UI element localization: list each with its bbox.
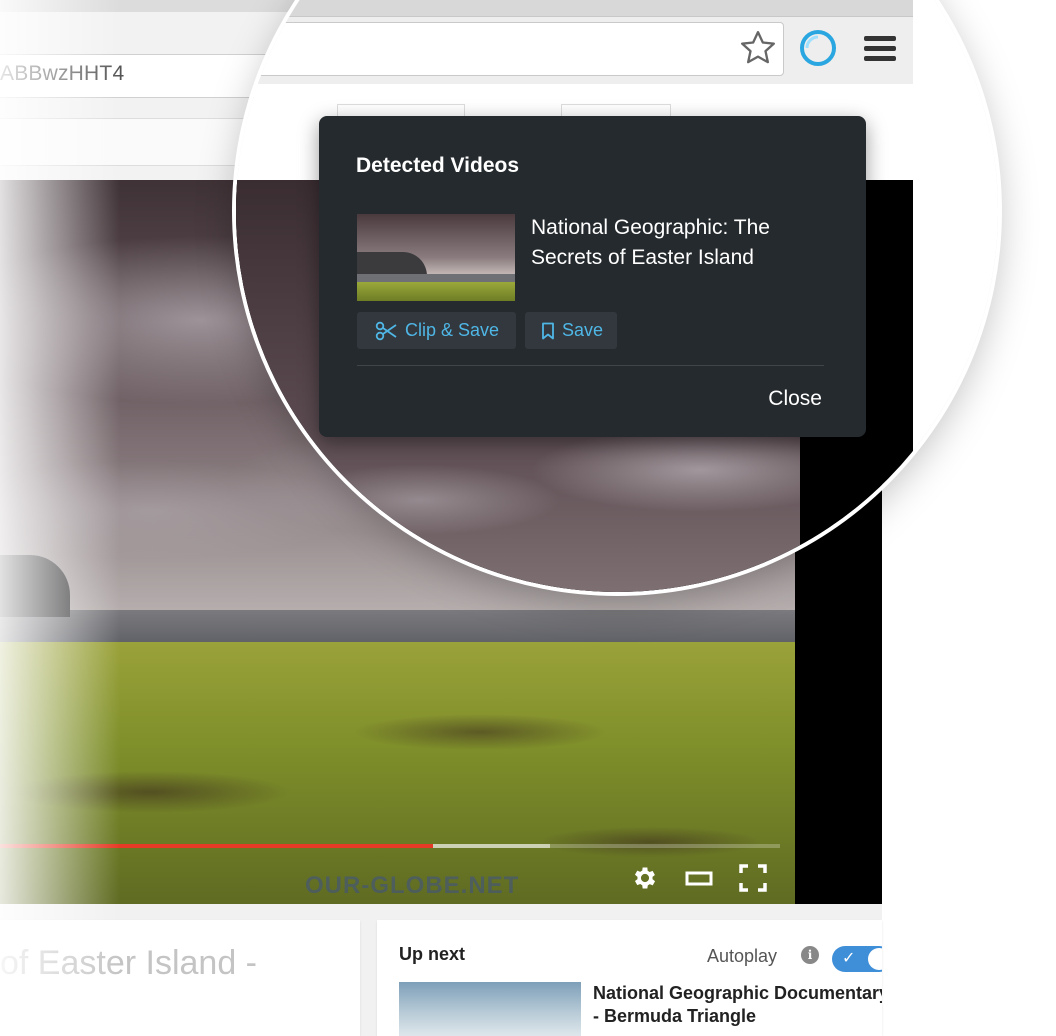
detected-videos-popup: Detected Videos National Geographic: The… — [319, 116, 866, 437]
toggle-knob — [868, 948, 882, 970]
close-button[interactable]: Close — [768, 387, 822, 411]
autoplay-label: Autoplay — [707, 946, 778, 966]
video-watermark: OUR-GLOBE.NET — [305, 872, 520, 899]
progress-played — [0, 844, 433, 848]
detected-video-title: National Geographic: The Secrets of East… — [531, 216, 770, 269]
check-icon: ✓ — [842, 950, 856, 967]
up-next-panel: Up next Autoplay i ✓ National Geographic… — [377, 920, 882, 1036]
video-title-heading: of Easter Island - — [0, 944, 258, 982]
magnifier-callout: Detected Videos National Geographic: The… — [236, 0, 998, 592]
browser-toolbar-zoomed — [236, 0, 913, 84]
next-video-title[interactable]: National Geographic Documentary - Bermud… — [593, 982, 882, 1028]
popup-heading: Detected Videos — [356, 154, 520, 177]
video-info-card: of Easter Island - — [0, 920, 360, 1036]
clip-and-save-button[interactable]: Clip & Save — [357, 312, 516, 349]
star-icon[interactable] — [738, 28, 778, 68]
tab-strip-zoomed — [236, 0, 913, 17]
hamburger-menu-icon[interactable] — [864, 36, 896, 62]
save-label: Save — [562, 320, 604, 340]
info-icon[interactable]: i — [801, 946, 819, 964]
gear-icon[interactable] — [629, 862, 661, 894]
save-button[interactable]: Save — [525, 312, 617, 349]
address-bar-text: ABBwzHHT4 — [0, 62, 125, 85]
detected-video-thumbnail — [357, 214, 515, 301]
popup-divider — [357, 365, 824, 366]
clip-and-save-label: Clip & Save — [405, 320, 500, 340]
up-next-label: Up next — [399, 944, 466, 964]
theater-mode-icon[interactable] — [683, 862, 715, 894]
bookmark-icon — [542, 322, 554, 339]
autoplay-toggle[interactable]: ✓ — [832, 946, 882, 972]
extension-circle-icon[interactable] — [799, 29, 837, 67]
scissors-icon — [375, 321, 397, 340]
omnibox-zoomed[interactable] — [236, 22, 784, 76]
video-progress-bar[interactable] — [0, 844, 780, 848]
fullscreen-icon[interactable] — [737, 862, 769, 894]
next-video-thumbnail[interactable] — [399, 982, 581, 1036]
